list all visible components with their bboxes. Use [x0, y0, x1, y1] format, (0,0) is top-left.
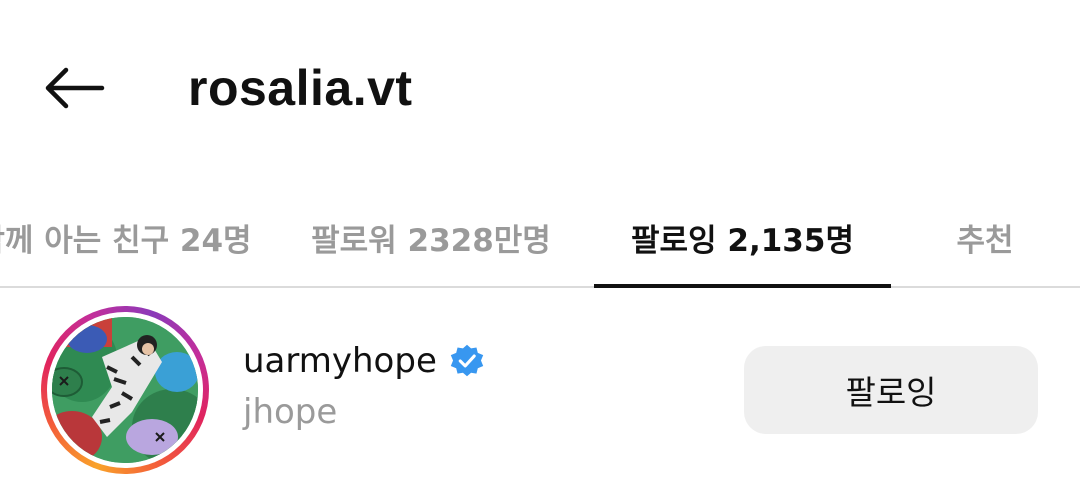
username-line: uarmyhope — [243, 336, 485, 386]
avatar-image — [52, 317, 198, 463]
story-ring[interactable] — [41, 306, 209, 474]
page-title: rosalia.vt — [188, 60, 413, 116]
verified-badge-icon — [450, 344, 484, 377]
tab-following[interactable]: 팔로잉 2,135명 — [594, 190, 891, 284]
tab-followers[interactable]: 팔로워 2328만명 — [296, 190, 566, 284]
header: rosalia.vt — [0, 0, 1080, 150]
tab-mutual-friends[interactable]: 함께 아는 친구 24명 — [0, 190, 264, 284]
list-item[interactable]: uarmyhope jhope 팔로잉 — [0, 300, 1080, 484]
tab-bar: 함께 아는 친구 24명 팔로워 2328만명 팔로잉 2,135명 추천 — [0, 190, 1080, 288]
arrow-left-icon — [45, 67, 105, 109]
full-name: jhope — [243, 392, 338, 432]
following-screen: rosalia.vt 함께 아는 친구 24명 팔로워 2328만명 팔로잉 2… — [0, 0, 1080, 484]
username[interactable]: uarmyhope — [243, 341, 437, 381]
active-tab-indicator — [594, 284, 891, 288]
following-button[interactable]: 팔로잉 — [744, 346, 1038, 434]
avatar — [52, 317, 198, 463]
back-button[interactable] — [34, 58, 114, 118]
tab-suggested[interactable]: 추천 — [930, 190, 1040, 284]
